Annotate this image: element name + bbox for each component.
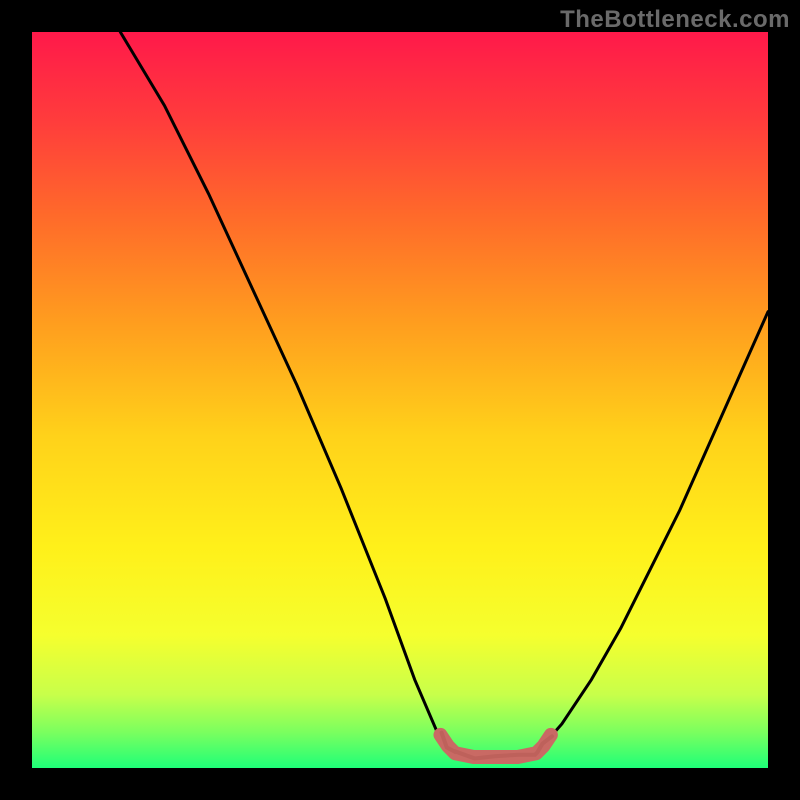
plot-area [32,32,768,768]
chart-svg [32,32,768,768]
chart-frame: TheBottleneck.com [0,0,800,800]
gradient-background [32,32,768,768]
watermark-label: TheBottleneck.com [560,6,790,34]
